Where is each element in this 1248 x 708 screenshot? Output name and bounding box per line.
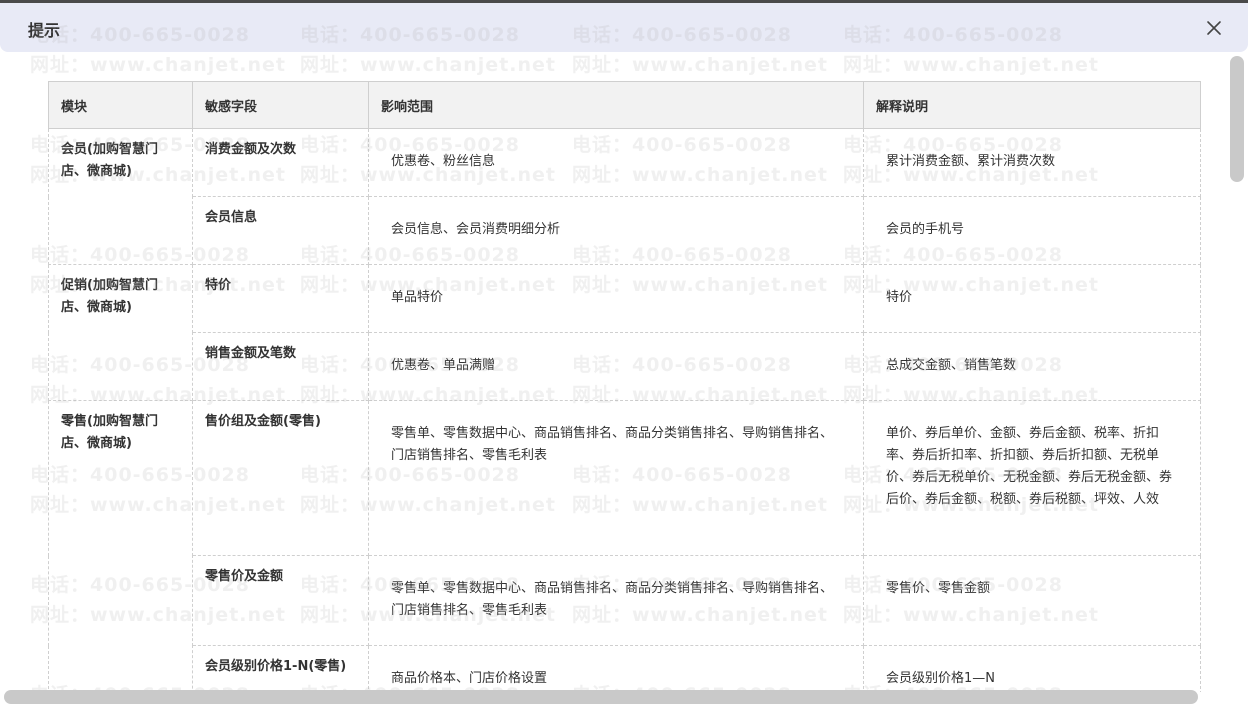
table-row: 促销(加购智慧门店、微商城) 特价 单品特价 特价 <box>48 264 1201 401</box>
column-header-module: 模块 <box>48 81 193 129</box>
table-row: 会员信息 会员信息、会员消费明细分析 会员的手机号 <box>49 196 1201 265</box>
module-cell: 零售(加购智慧门店、微商城) <box>48 400 193 692</box>
scope-cell: 会员信息、会员消费明细分析 <box>368 196 864 265</box>
field-cell: 特价 <box>192 264 369 333</box>
explain-cell: 会员的手机号 <box>863 196 1201 265</box>
scope-cell: 单品特价 <box>368 264 864 333</box>
table-row: 零售价及金额 零售单、零售数据中心、商品销售排名、商品分类销售排名、导购销售排名… <box>49 555 1201 646</box>
dialog-title: 提示 <box>28 21 61 40</box>
horizontal-scrollbar[interactable] <box>4 690 1198 704</box>
column-header-field: 敏感字段 <box>192 81 369 129</box>
column-header-scope: 影响范围 <box>368 81 864 129</box>
vertical-scrollbar[interactable] <box>1230 56 1244 182</box>
field-cell: 售价组及金额(零售) <box>192 400 369 556</box>
column-header-explain: 解释说明 <box>863 81 1201 129</box>
table-row: 销售金额及笔数 优惠卷、单品满赠 总成交金额、销售笔数 <box>49 332 1201 401</box>
close-button[interactable] <box>1202 16 1226 40</box>
explain-cell: 累计消费金额、累计消费次数 <box>863 128 1201 197</box>
explain-cell: 总成交金额、销售笔数 <box>863 332 1201 401</box>
close-icon <box>1207 21 1221 35</box>
field-cell: 会员信息 <box>192 196 369 265</box>
field-cell: 零售价及金额 <box>192 555 369 646</box>
field-cell: 消费金额及次数 <box>192 128 369 197</box>
table-header-row: 模块 敏感字段 影响范围 解释说明 <box>48 81 1201 129</box>
dialog-header: 提示 <box>0 3 1248 52</box>
explain-cell: 零售价、零售金额 <box>863 555 1201 646</box>
field-cell: 会员级别价格1-N(零售) <box>192 645 369 692</box>
module-cell: 会员(加购智慧门店、微商城) <box>48 128 193 265</box>
sensitive-fields-table: 模块 敏感字段 影响范围 解释说明 会员(加购智慧门店、微商城) 消费金额及次数… <box>48 81 1201 692</box>
scope-cell: 优惠卷、粉丝信息 <box>368 128 864 197</box>
table-row: 会员级别价格1-N(零售) 商品价格本、门店价格设置 会员级别价格1—N <box>49 645 1201 692</box>
table-row: 零售(加购智慧门店、微商城) 售价组及金额(零售) 零售单、零售数据中心、商品销… <box>48 400 1201 692</box>
explain-cell: 单价、券后单价、金额、券后金额、税率、折扣率、券后折扣率、折扣额、券后折扣额、无… <box>863 400 1201 556</box>
explain-cell: 会员级别价格1—N <box>863 645 1201 692</box>
scope-cell: 商品价格本、门店价格设置 <box>368 645 864 692</box>
scope-cell: 优惠卷、单品满赠 <box>368 332 864 401</box>
table-row: 会员(加购智慧门店、微商城) 消费金额及次数 优惠卷、粉丝信息 累计消费金额、累… <box>48 128 1201 265</box>
scope-cell: 零售单、零售数据中心、商品销售排名、商品分类销售排名、导购销售排名、门店销售排名… <box>368 555 864 646</box>
scope-cell: 零售单、零售数据中心、商品销售排名、商品分类销售排名、导购销售排名、门店销售排名… <box>368 400 864 556</box>
dialog-body: 模块 敏感字段 影响范围 解释说明 会员(加购智慧门店、微商城) 消费金额及次数… <box>0 52 1230 692</box>
field-cell: 销售金额及笔数 <box>192 332 369 401</box>
explain-cell: 特价 <box>863 264 1201 333</box>
module-cell: 促销(加购智慧门店、微商城) <box>48 264 193 401</box>
